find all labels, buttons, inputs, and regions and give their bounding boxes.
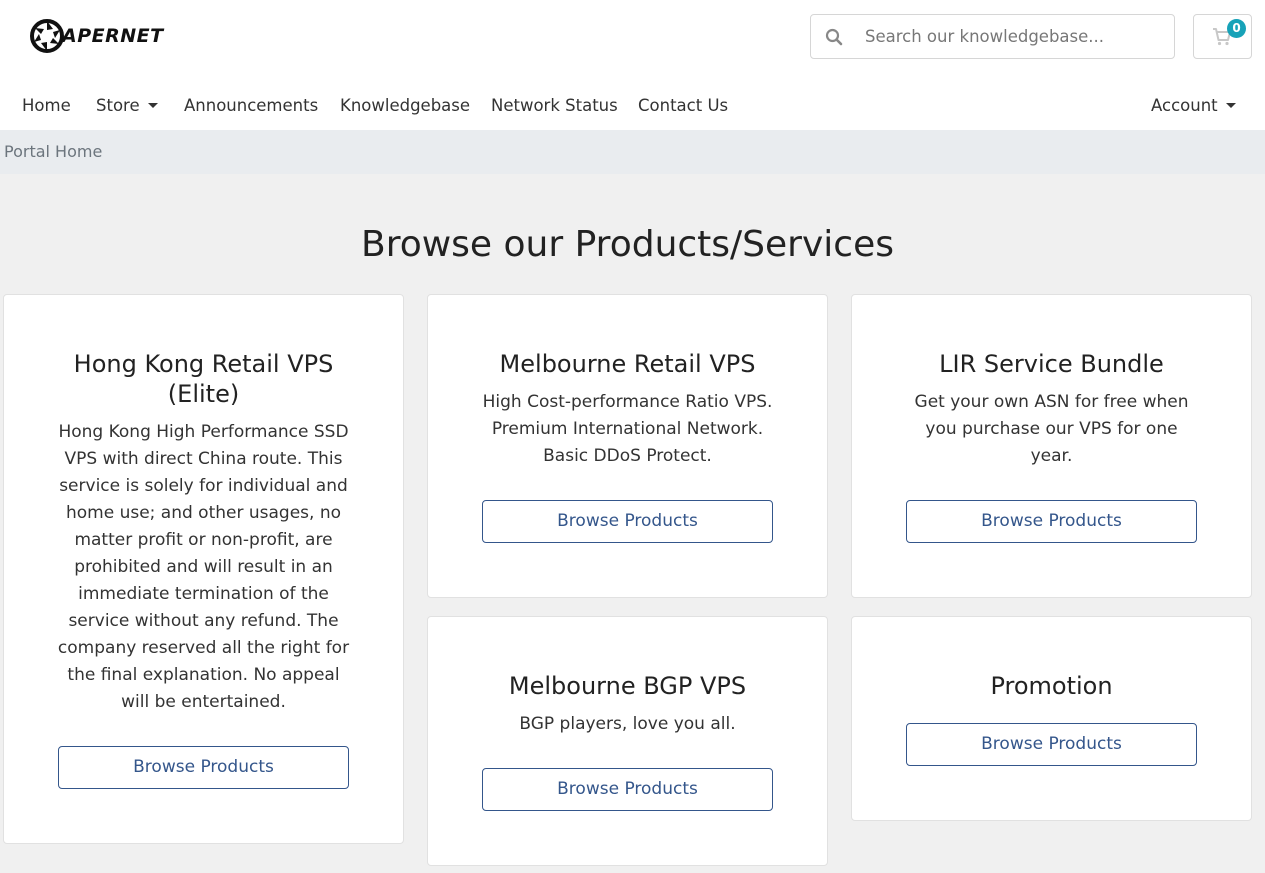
cart-count-badge: 0: [1227, 19, 1246, 38]
caret-down-icon: [147, 103, 158, 108]
aperture-logo-icon: [30, 19, 64, 53]
product-card-lir-service-bundle: LIR Service Bundle Get your own ASN for …: [851, 294, 1252, 598]
nav-contact-us[interactable]: Contact Us: [638, 96, 728, 115]
caret-down-icon: [1225, 103, 1236, 108]
product-card-promotion: Promotion Browse Products: [851, 616, 1252, 821]
product-card-melbourne-bgp-vps: Melbourne BGP VPS BGP players, love you …: [427, 616, 828, 866]
nav-knowledgebase[interactable]: Knowledgebase: [340, 96, 470, 115]
product-description: Hong Kong High Performance SSD VPS with …: [57, 422, 350, 712]
product-card-hong-kong-retail-vps: Hong Kong Retail VPS (Elite) Hong Kong H…: [3, 294, 404, 844]
browse-products-button[interactable]: Browse Products: [482, 768, 773, 811]
brand-logo[interactable]: APERNET: [30, 16, 164, 56]
nav-announcements[interactable]: Announcements: [184, 96, 318, 115]
nav-store-label: Store: [96, 96, 140, 115]
product-title: LIR Service Bundle: [939, 350, 1164, 378]
browse-products-button[interactable]: Browse Products: [482, 500, 773, 543]
cart-button[interactable]: 0: [1193, 14, 1252, 59]
product-description: High Cost-performance Ratio VPS. Premium…: [482, 392, 773, 466]
breadcrumb-item-portal-home[interactable]: Portal Home: [4, 142, 102, 161]
search-box: [810, 14, 1175, 59]
product-description: BGP players, love you all.: [519, 714, 736, 734]
product-title: Hong Kong Retail VPS (Elite): [73, 350, 334, 408]
nav-account-label: Account: [1151, 96, 1218, 115]
search-input[interactable]: [857, 16, 1157, 57]
product-title: Melbourne Retail VPS: [499, 350, 756, 378]
brand-name: APERNET: [62, 25, 164, 47]
product-card-melbourne-retail-vps: Melbourne Retail VPS High Cost-performan…: [427, 294, 828, 598]
nav-network-status[interactable]: Network Status: [491, 96, 618, 115]
product-title: Promotion: [990, 672, 1113, 700]
page-title: Browse our Products/Services: [361, 224, 894, 265]
product-title: Melbourne BGP VPS: [508, 672, 747, 700]
breadcrumb: Portal Home: [0, 130, 1265, 174]
nav-account[interactable]: Account: [1151, 96, 1236, 115]
browse-products-button[interactable]: Browse Products: [58, 746, 349, 789]
nav-store[interactable]: Store: [96, 96, 158, 115]
main-nav: Home Store Announcements Knowledgebase N…: [0, 92, 1265, 124]
product-description: Get your own ASN for free when you purch…: [914, 392, 1189, 466]
nav-home[interactable]: Home: [22, 96, 71, 115]
browse-products-button[interactable]: Browse Products: [906, 723, 1197, 766]
browse-products-button[interactable]: Browse Products: [906, 500, 1197, 543]
header: APERNET 0 Home Store Announcements Knowl…: [0, 0, 1265, 130]
search-icon[interactable]: [811, 28, 857, 46]
